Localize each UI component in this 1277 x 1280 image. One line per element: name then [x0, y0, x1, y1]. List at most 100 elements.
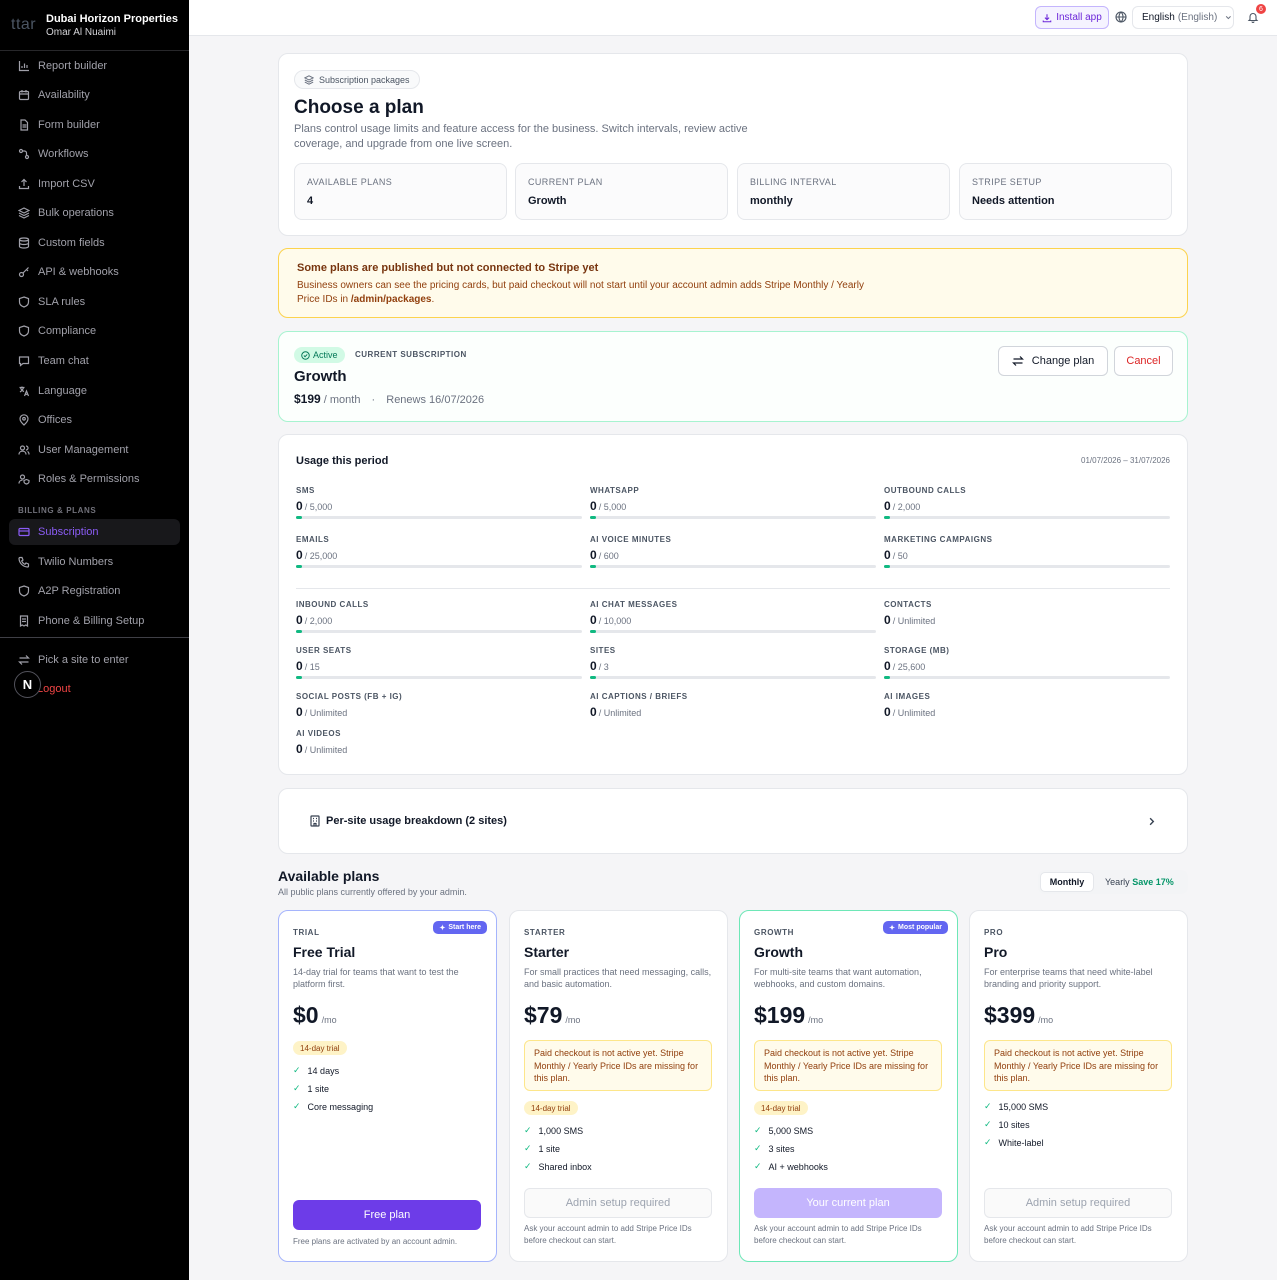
- sidebar-item-twilio-numbers[interactable]: Twilio Numbers: [9, 549, 180, 575]
- usage-value: 0/ 15: [296, 659, 582, 673]
- usage-progress-fill: [884, 676, 890, 679]
- feature-label: 1,000 SMS: [538, 1125, 584, 1136]
- dev-indicator-badge[interactable]: N: [14, 671, 41, 698]
- sidebar-item-report-builder[interactable]: Report builder: [9, 53, 180, 79]
- usage-progress-fill: [884, 565, 890, 568]
- language-label: English: [1142, 12, 1175, 23]
- current-plan-name: Growth: [294, 368, 347, 385]
- sidebar-item-label: Bulk operations: [38, 207, 114, 219]
- price-period: /mo: [321, 1015, 337, 1025]
- plan-card-growth: ✦ Most popular GROWTH Growth For multi-si…: [739, 910, 958, 1262]
- usage-label: AI VOICE MINUTES: [590, 535, 672, 544]
- sidebar-item-api-webhooks[interactable]: API & webhooks: [9, 259, 180, 285]
- cancel-subscription-button[interactable]: Cancel: [1114, 346, 1173, 376]
- feature-label: Core messaging: [307, 1101, 374, 1112]
- plan-price: $399/mo: [984, 1002, 1053, 1029]
- check-icon: ✓: [293, 1065, 301, 1075]
- sidebar-item-label: Language: [38, 385, 87, 397]
- usage-card: Usage this period 01/07/2026 – 31/07/202…: [278, 434, 1188, 775]
- plan-feature: ✓ 1 site: [524, 1143, 560, 1154]
- sidebar-item-phone-billing-setup[interactable]: Phone & Billing Setup: [9, 608, 180, 634]
- sidebar-item-form-builder[interactable]: Form builder: [9, 112, 180, 138]
- sidebar-item-custom-fields[interactable]: Custom fields: [9, 230, 180, 256]
- current-plan-button[interactable]: Your current plan: [754, 1188, 942, 1218]
- usage-item: WHATSAPP 0/ 5,000: [590, 486, 876, 519]
- sidebar-item-offices[interactable]: Offices: [9, 407, 180, 433]
- stat-value: 4: [307, 195, 314, 207]
- renewal-date: Renews 16/07/2026: [386, 394, 485, 406]
- usage-used: 0: [884, 613, 891, 627]
- stat-label: AVAILABLE PLANS: [307, 177, 393, 187]
- sidebar-item-label: Report builder: [38, 60, 108, 72]
- plan-name: Starter: [524, 944, 570, 960]
- status-badge: Active: [294, 347, 345, 363]
- usage-progress-fill: [884, 516, 890, 519]
- usage-label: AI VIDEOS: [296, 729, 341, 738]
- change-plan-button[interactable]: Change plan: [998, 346, 1108, 376]
- logout-button[interactable]: Logout: [37, 683, 71, 695]
- org-switcher[interactable]: ttar Dubai Horizon Properties Omar Al Nu…: [0, 0, 189, 51]
- usage-progress-bar: [296, 565, 582, 568]
- check-icon: ✓: [524, 1125, 532, 1135]
- plan-name: Pro: [984, 944, 1008, 960]
- usage-label: SOCIAL POSTS (FB + IG): [296, 692, 403, 701]
- plan-note: Ask your account admin to add Stripe Pri…: [754, 1224, 922, 1245]
- usage-value: 0/ 25,000: [296, 548, 582, 562]
- plan-feature: ✓ Shared inbox: [524, 1161, 592, 1172]
- sidebar-item-sla-rules[interactable]: SLA rules: [9, 289, 180, 315]
- plan-description: 14-day trial for teams that want to test…: [293, 967, 459, 989]
- sidebar-item-import-csv[interactable]: Import CSV: [9, 171, 180, 197]
- usage-label: MARKETING CAMPAIGNS: [884, 535, 993, 544]
- feature-label: Shared inbox: [538, 1161, 592, 1172]
- usage-item: AI CAPTIONS / BRIEFS 0/ Unlimited: [590, 692, 876, 719]
- sidebar-item-user-management[interactable]: User Management: [9, 437, 180, 463]
- sidebar-item-roles-permissions[interactable]: Roles & Permissions: [9, 466, 180, 492]
- usage-value: 0/ 5,000: [590, 499, 876, 513]
- admin-setup-required-button[interactable]: Admin setup required: [984, 1188, 1172, 1218]
- usage-label: AI CAPTIONS / BRIEFS: [590, 692, 688, 701]
- admin-setup-required-button[interactable]: Admin setup required: [524, 1188, 712, 1218]
- usage-limit: / 600: [598, 551, 619, 561]
- language-select[interactable]: English (English): [1132, 6, 1234, 29]
- stat-label: BILLING INTERVAL: [750, 177, 837, 187]
- usage-limit: / 2,000: [304, 616, 333, 626]
- sidebar-item-language[interactable]: Language: [9, 378, 180, 404]
- sidebar-item-bulk-operations[interactable]: Bulk operations: [9, 200, 180, 226]
- usage-progress-bar: [590, 516, 876, 519]
- install-app-button[interactable]: Install app: [1035, 6, 1109, 29]
- pick-site-button[interactable]: Pick a site to enter: [9, 647, 180, 673]
- plan-price: $79/mo: [524, 1002, 580, 1029]
- sidebar-item-workflows[interactable]: Workflows: [9, 141, 180, 167]
- monthly-toggle[interactable]: Monthly: [1040, 872, 1094, 892]
- sidebar-item-compliance[interactable]: Compliance: [9, 318, 180, 344]
- feature-label: 10 sites: [998, 1119, 1030, 1130]
- plan-feature: ✓ 5,000 SMS: [754, 1125, 813, 1136]
- usage-used: 0: [884, 659, 891, 673]
- translate-icon: [19, 386, 30, 397]
- usage-label: STORAGE (MB): [884, 646, 950, 655]
- check-icon: ✓: [754, 1143, 762, 1153]
- layers-icon: [18, 207, 30, 219]
- plan-card-pro: PRO Pro For enterprise teams that need w…: [969, 910, 1188, 1262]
- sidebar-item-label: Phone & Billing Setup: [38, 615, 145, 627]
- yearly-toggle[interactable]: Yearly Save 17%: [1105, 877, 1174, 887]
- free-plan-button[interactable]: Free plan: [293, 1200, 481, 1230]
- usage-label: SMS: [296, 486, 315, 495]
- most-popular-badge: ✦ Most popular: [883, 921, 948, 934]
- sidebar-item-team-chat[interactable]: Team chat: [9, 348, 180, 374]
- price-amount: $199: [754, 1002, 806, 1028]
- shield-icon: [18, 325, 30, 337]
- sidebar-item-availability[interactable]: Availability: [9, 82, 180, 108]
- usage-progress-bar: [884, 676, 1170, 679]
- database-icon: [18, 237, 30, 249]
- sidebar-item-subscription[interactable]: Subscription: [9, 519, 180, 545]
- sidebar-item-a2p-registration[interactable]: A2P Registration: [9, 578, 180, 604]
- usage-label: INBOUND CALLS: [296, 600, 369, 609]
- per-site-breakdown-toggle[interactable]: Per-site usage breakdown (2 sites): [278, 788, 1188, 854]
- usage-used: 0: [296, 742, 303, 756]
- usage-label: USER SEATS: [296, 646, 352, 655]
- map-pin-icon: [19, 414, 29, 426]
- usage-value: 0/ Unlimited: [590, 705, 876, 719]
- user-name: Omar Al Nuaimi: [46, 27, 117, 38]
- usage-value: 0/ 10,000: [590, 613, 876, 627]
